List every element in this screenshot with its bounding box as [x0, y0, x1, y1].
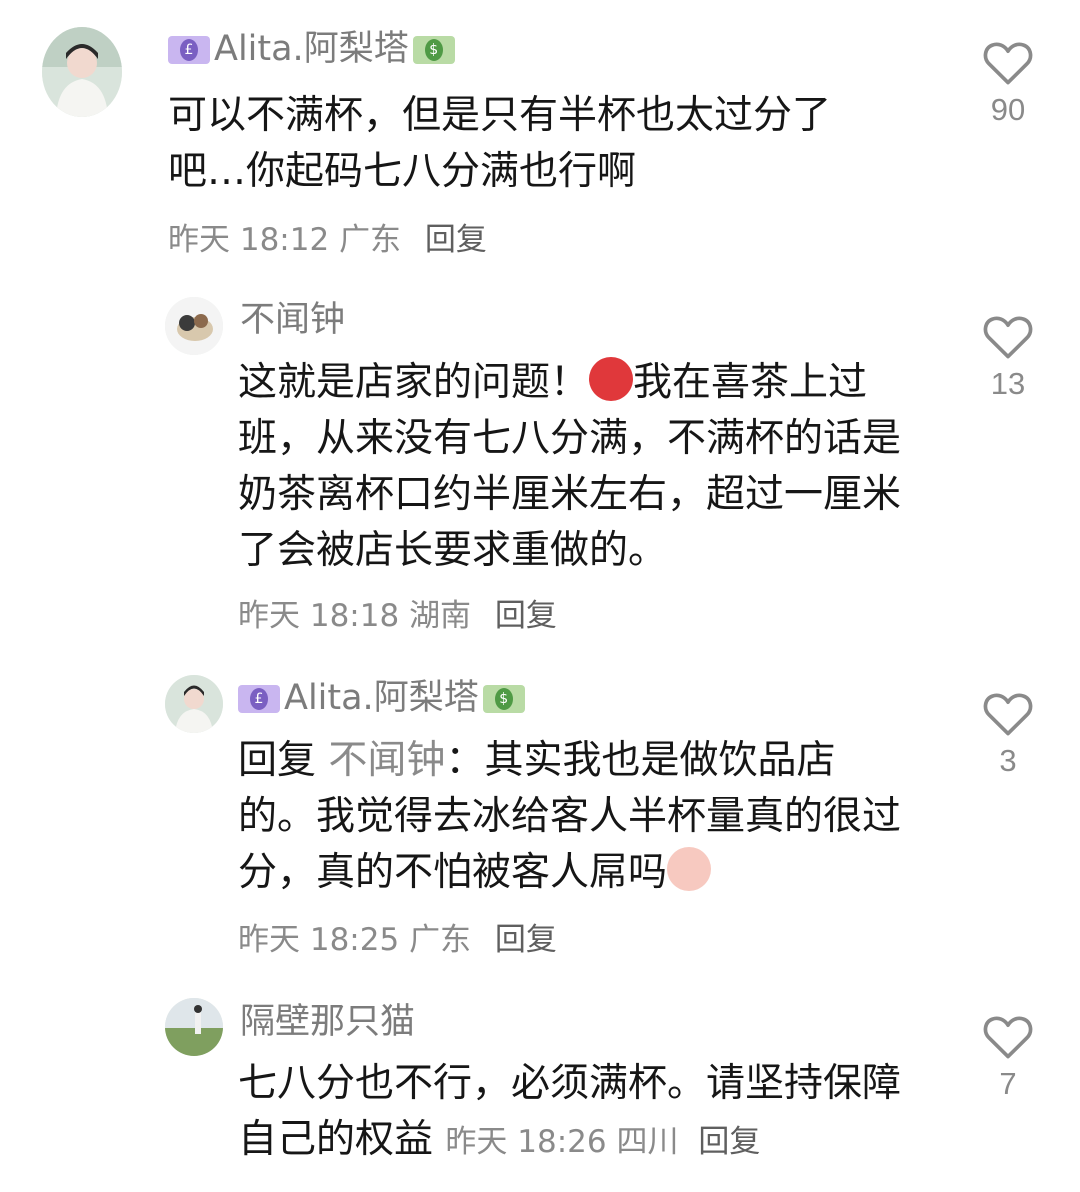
heart-outline-icon [983, 693, 1033, 736]
comment-location: 广东 [409, 922, 472, 958]
comment-meta: 昨天 18:12 广东 回复 [168, 214, 487, 259]
comment-time: 昨天 18:12 [168, 222, 330, 258]
avatar[interactable] [165, 297, 223, 355]
angry-face-emoji [589, 357, 634, 401]
like-count: 90 [990, 92, 1026, 127]
like-count: 3 [999, 743, 1017, 778]
like-count: 7 [999, 1066, 1017, 1101]
crying-face-emoji [667, 847, 712, 891]
money-bill-icon: $ [412, 35, 455, 64]
heart-outline-icon [983, 42, 1033, 85]
like-button[interactable]: 13 [978, 312, 1038, 402]
comment-text: 七八分也不行，必须满杯。请坚持保障自己的权益 昨天 18:26 四川 回复 [238, 1061, 902, 1162]
comment-location: 四川 [616, 1124, 679, 1160]
comment-username[interactable]: 不闻钟 [240, 303, 345, 338]
like-count: 13 [990, 366, 1026, 401]
heart-outline-icon [983, 1016, 1033, 1059]
like-button[interactable]: 90 [978, 38, 1038, 128]
avatar[interactable] [42, 27, 122, 117]
reply-button[interactable]: 回复 [495, 922, 557, 958]
comment-time: 昨天 18:18 [238, 598, 400, 634]
comment-username[interactable]: £ Alita.阿梨塔 $ [168, 32, 455, 67]
reply-button[interactable]: 回复 [698, 1124, 760, 1160]
money-bill-icon: £ [238, 684, 280, 713]
comment-text: 可以不满杯，但是只有半杯也太过分了吧…你起码七八分满也行啊 [168, 93, 832, 194]
comment-username[interactable]: 隔壁那只猫 [240, 1005, 415, 1040]
comment-location: 广东 [339, 222, 402, 258]
comment-meta: 昨天 18:25 广东 回复 [238, 914, 557, 959]
heart-outline-icon [983, 316, 1033, 359]
money-bill-icon: $ [482, 684, 525, 713]
comment-time: 昨天 18:26 [445, 1124, 607, 1160]
avatar[interactable] [165, 675, 223, 733]
comment-text: 回复 不闻钟：其实我也是做饮品店的。我觉得去冰给客人半杯量真的很过分，真的不怕被… [238, 738, 902, 895]
mention-link[interactable]: 不闻钟 [328, 738, 445, 783]
reply-button[interactable]: 回复 [495, 598, 557, 634]
comment-time: 昨天 18:25 [238, 922, 400, 958]
reply-button[interactable]: 回复 [425, 222, 487, 258]
like-button[interactable]: 3 [978, 689, 1038, 779]
comment-meta: 昨天 18:18 湖南 回复 [238, 590, 557, 635]
comment-text: 这就是店家的问题！ 我在喜茶上过班，从来没有七八分满，不满杯的话是奶茶离杯口约半厘… [238, 355, 908, 579]
avatar[interactable] [165, 998, 223, 1056]
comment-username[interactable]: £ Alita.阿梨塔 $ [238, 681, 525, 716]
money-bill-icon: £ [168, 35, 210, 64]
comment-meta: 昨天 18:26 四川 回复 [445, 1124, 760, 1160]
comment-location: 湖南 [409, 598, 472, 634]
like-button[interactable]: 7 [978, 1012, 1038, 1102]
